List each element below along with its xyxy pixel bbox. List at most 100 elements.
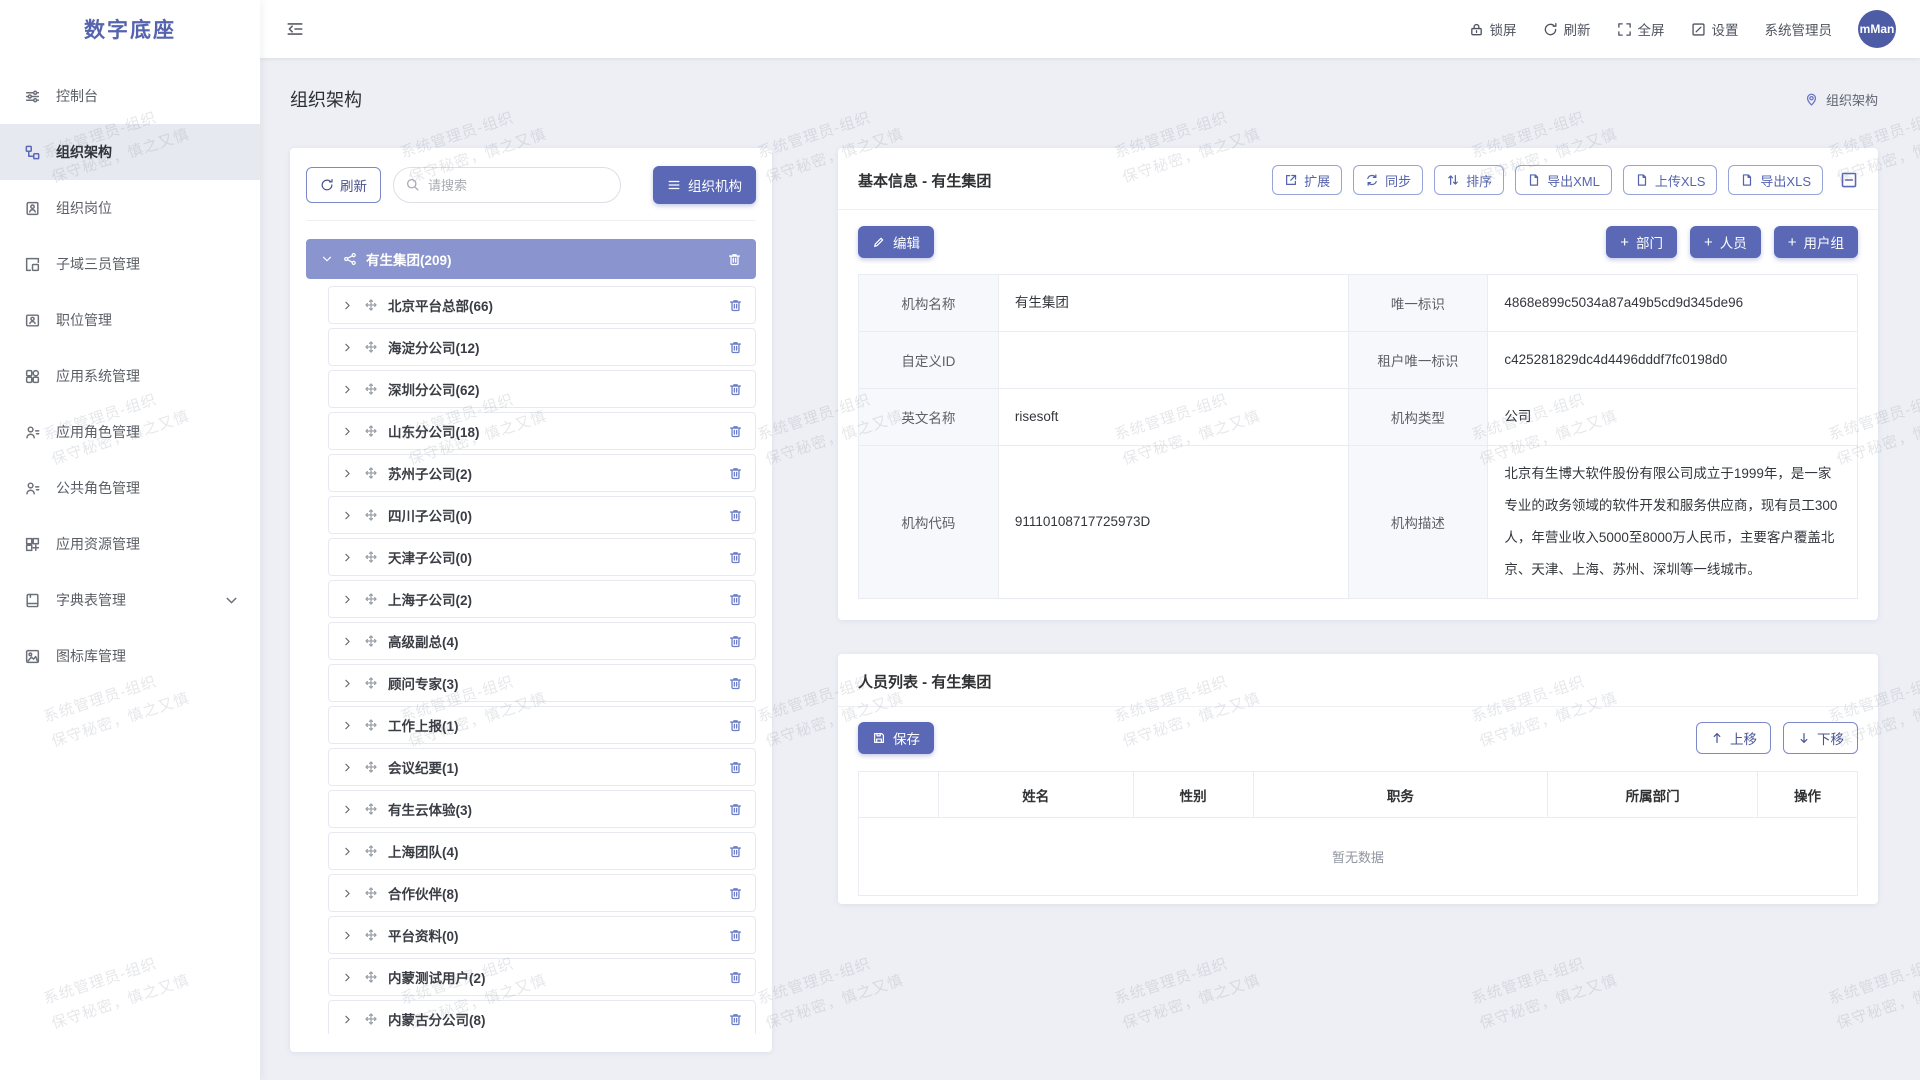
delete-node-button[interactable] [728, 886, 743, 901]
add-person-button[interactable]: + 人员 [1690, 226, 1761, 258]
drag-handle-icon[interactable] [364, 1012, 378, 1026]
delete-node-button[interactable] [727, 252, 742, 267]
info-row: 自定义ID 租户唯一标识 c425281829dc4d4496dddf7fc01… [859, 332, 1858, 389]
drag-handle-icon[interactable] [364, 970, 378, 984]
people-column-header: 姓名 [938, 772, 1133, 818]
people-list-title: 人员列表 - 有生集团 [858, 671, 991, 692]
sort-button[interactable]: 排序 [1434, 165, 1504, 195]
sidebar-item-app-system[interactable]: 应用系统管理 [0, 348, 260, 404]
delete-node-button[interactable] [728, 508, 743, 523]
tree-node[interactable]: 上海子公司(2) [328, 580, 756, 618]
drag-handle-icon[interactable] [364, 676, 378, 690]
delete-node-button[interactable] [728, 550, 743, 565]
move-down-button[interactable]: 下移 [1783, 722, 1858, 754]
drag-handle-icon[interactable] [364, 634, 378, 648]
expand-button[interactable]: 扩展 [1272, 165, 1342, 195]
sidebar-item-app-resource[interactable]: 应用资源管理 [0, 516, 260, 572]
drag-handle-icon[interactable] [364, 466, 378, 480]
tree-node[interactable]: 内蒙测试用户(2) [328, 958, 756, 996]
tree-node[interactable]: 工作上报(1) [328, 706, 756, 744]
sync-button[interactable]: 同步 [1353, 165, 1423, 195]
basic-info-toolbar: 扩展 同步 排序 导出XML [1272, 165, 1858, 195]
save-button[interactable]: 保存 [858, 722, 934, 754]
tree-node[interactable]: 高级副总(4) [328, 622, 756, 660]
export-xml-button[interactable]: 导出XML [1515, 165, 1612, 195]
export-xls-button[interactable]: 导出XLS [1728, 165, 1823, 195]
sidebar-item-console[interactable]: 控制台 [0, 68, 260, 124]
drag-handle-icon[interactable] [364, 298, 378, 312]
drag-handle-icon[interactable] [364, 886, 378, 900]
tree-node[interactable]: 山东分公司(18) [328, 412, 756, 450]
search-input[interactable] [393, 167, 621, 203]
fullscreen-button[interactable]: 全屏 [1617, 19, 1665, 39]
sidebar-item-position[interactable]: 职位管理 [0, 292, 260, 348]
settings-button[interactable]: 设置 [1691, 19, 1739, 39]
avatar[interactable]: mMan [1858, 10, 1896, 48]
sidebar-item-subdomain-admin[interactable]: 子域三员管理 [0, 236, 260, 292]
delete-node-button[interactable] [728, 466, 743, 481]
tree-node[interactable]: 苏州子公司(2) [328, 454, 756, 492]
tree-node[interactable]: 内蒙古分公司(8) [328, 1000, 756, 1034]
drag-handle-icon[interactable] [364, 928, 378, 942]
delete-node-button[interactable] [728, 718, 743, 733]
upload-xls-button[interactable]: 上传XLS [1623, 165, 1718, 195]
tree-node[interactable]: 深圳分公司(62) [328, 370, 756, 408]
org-type-button[interactable]: 组织机构 [653, 166, 756, 204]
tree-node[interactable]: 顾问专家(3) [328, 664, 756, 702]
tree-node[interactable]: 合作伙伴(8) [328, 874, 756, 912]
delete-node-button[interactable] [728, 970, 743, 985]
drag-handle-icon[interactable] [364, 382, 378, 396]
add-user-group-button[interactable]: + 用户组 [1774, 226, 1858, 258]
drag-handle-icon[interactable] [364, 802, 378, 816]
id-card-icon [24, 312, 41, 329]
sidebar-item-icon-library[interactable]: 图标库管理 [0, 628, 260, 684]
chevron-right-icon [341, 1013, 354, 1026]
sidebar-item-public-role[interactable]: 公共角色管理 [0, 460, 260, 516]
delete-node-button[interactable] [728, 844, 743, 859]
delete-node-button[interactable] [728, 676, 743, 691]
add-department-button[interactable]: + 部门 [1606, 226, 1677, 258]
people-column-header: 性别 [1133, 772, 1253, 818]
delete-node-button[interactable] [728, 340, 743, 355]
delete-node-button[interactable] [728, 592, 743, 607]
collapse-sidebar-button[interactable] [286, 20, 304, 38]
drag-handle-icon[interactable] [364, 844, 378, 858]
refresh-page-button[interactable]: 刷新 [1543, 19, 1591, 39]
collapse-panel-icon[interactable] [1840, 171, 1858, 189]
sidebar-item-dictionary[interactable]: 字典表管理 [0, 572, 260, 628]
tree-node[interactable]: 会议纪要(1) [328, 748, 756, 786]
divider [838, 209, 1878, 210]
drag-handle-icon[interactable] [364, 340, 378, 354]
tree-node[interactable]: 上海团队(4) [328, 832, 756, 870]
delete-node-button[interactable] [728, 424, 743, 439]
tree-root-node[interactable]: 有生集团(209) [306, 239, 756, 279]
drag-handle-icon[interactable] [364, 550, 378, 564]
delete-node-button[interactable] [728, 928, 743, 943]
sort-arrows-icon [1446, 173, 1460, 187]
tree-node[interactable]: 平台资料(0) [328, 916, 756, 954]
tree-node[interactable]: 海淀分公司(12) [328, 328, 756, 366]
drag-handle-icon[interactable] [364, 718, 378, 732]
tree-refresh-button[interactable]: 刷新 [306, 167, 381, 203]
delete-node-button[interactable] [728, 1012, 743, 1027]
delete-node-button[interactable] [728, 382, 743, 397]
sidebar-item-org-structure[interactable]: 组织架构 [0, 124, 260, 180]
delete-node-button[interactable] [728, 298, 743, 313]
drag-handle-icon[interactable] [364, 424, 378, 438]
edit-button[interactable]: 编辑 [858, 226, 934, 258]
tree-node[interactable]: 北京平台总部(66) [328, 286, 756, 324]
delete-node-button[interactable] [728, 760, 743, 775]
delete-node-button[interactable] [728, 802, 743, 817]
lock-screen-button[interactable]: 锁屏 [1469, 19, 1517, 39]
tree-node[interactable]: 四川子公司(0) [328, 496, 756, 534]
delete-node-button[interactable] [728, 634, 743, 649]
drag-handle-icon[interactable] [364, 508, 378, 522]
tree-node[interactable]: 天津子公司(0) [328, 538, 756, 576]
sidebar-item-org-post[interactable]: 组织岗位 [0, 180, 260, 236]
basic-info-actions: 编辑 + 部门 + 人员 + 用户组 [858, 226, 1858, 258]
drag-handle-icon[interactable] [364, 592, 378, 606]
sidebar-item-app-role[interactable]: 应用角色管理 [0, 404, 260, 460]
move-up-button[interactable]: 上移 [1696, 722, 1771, 754]
tree-node[interactable]: 有生云体验(3) [328, 790, 756, 828]
drag-handle-icon[interactable] [364, 760, 378, 774]
